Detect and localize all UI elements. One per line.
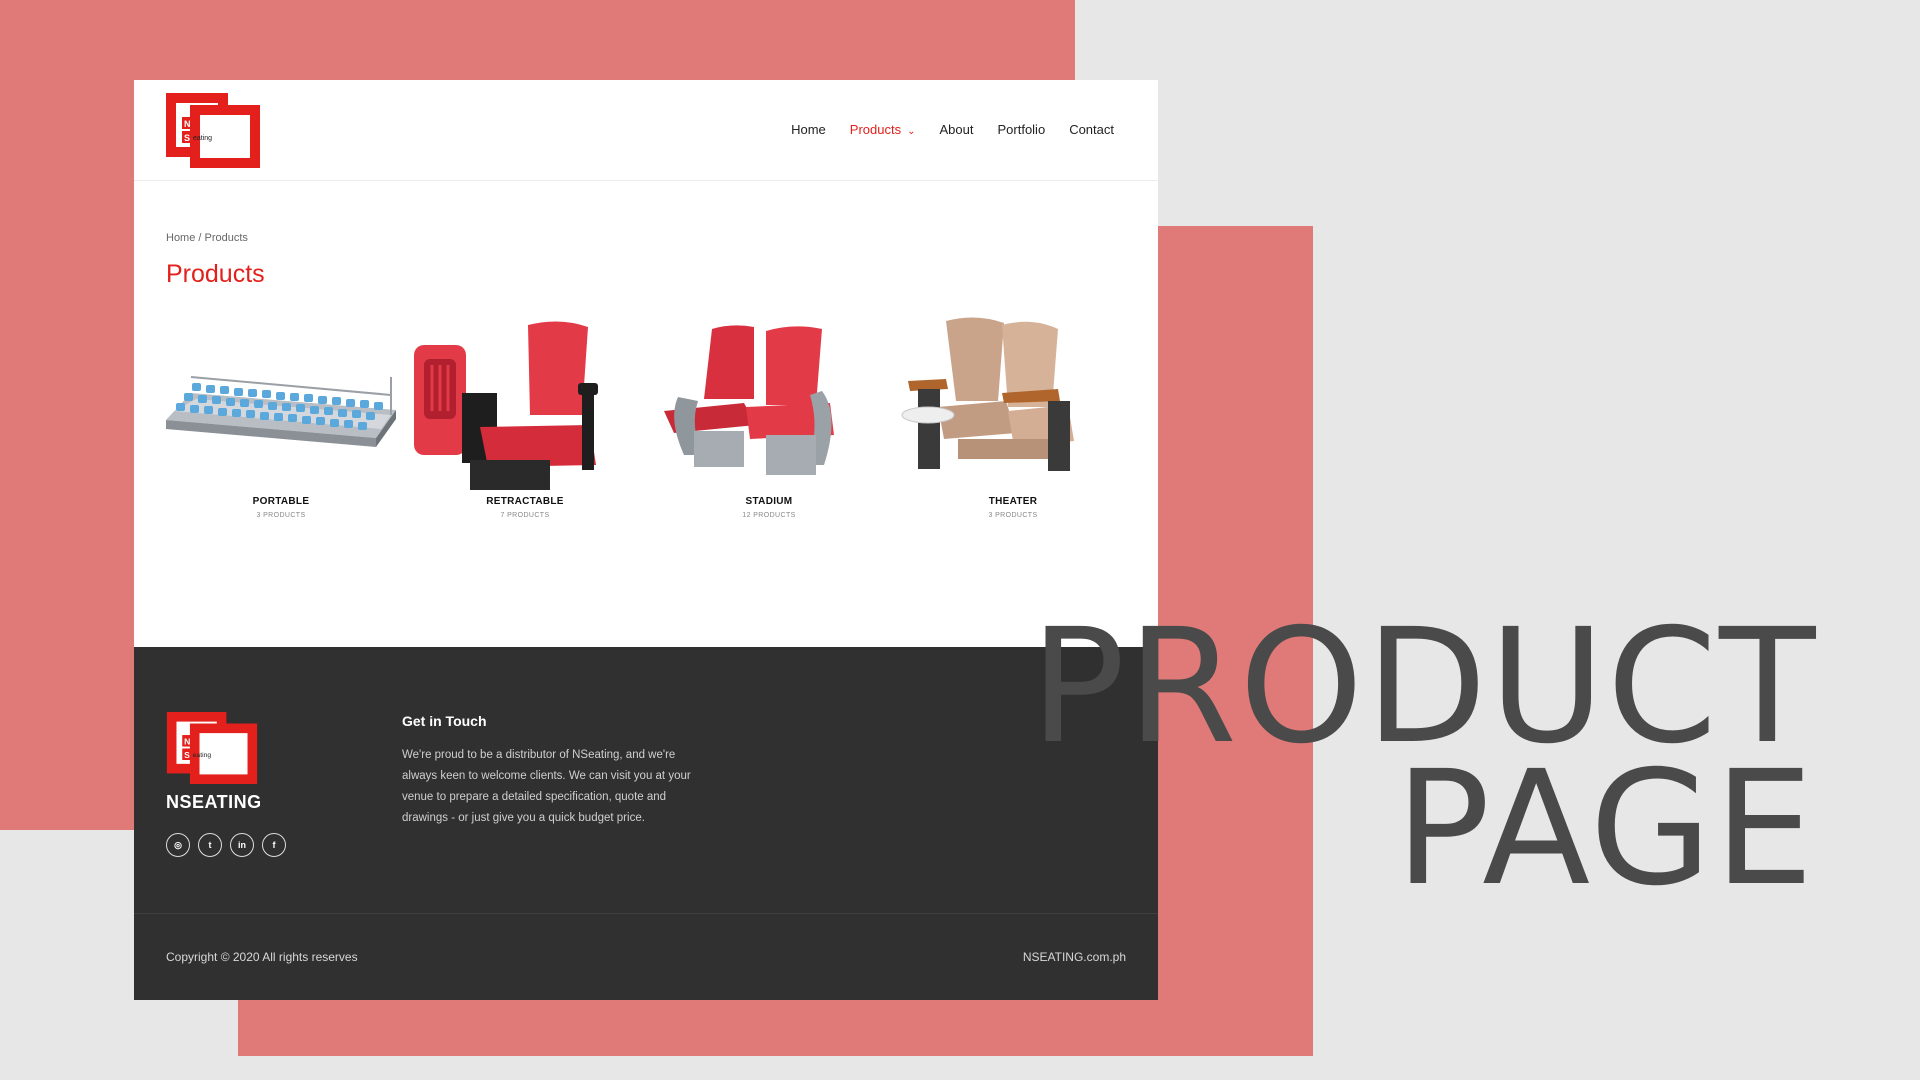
main-nav: Home Products ⌄ About Portfolio Contact [791, 122, 1114, 137]
site-link[interactable]: NSEATING.com.ph [1023, 950, 1126, 964]
category-count: 12 PRODUCTS [742, 512, 796, 519]
category-name: RETRACTABLE [486, 496, 564, 507]
nav-portfolio[interactable]: Portfolio [997, 122, 1045, 137]
category-card-theater[interactable]: THEATER 3 PRODUCTS [898, 315, 1128, 535]
category-name: STADIUM [745, 496, 793, 507]
instagram-icon[interactable]: ◎ [166, 833, 190, 857]
category-count: 7 PRODUCTS [500, 512, 550, 519]
copyright-text: Copyright © 2020 All rights reserves [166, 950, 358, 964]
nav-products-label: Products [849, 122, 902, 137]
footer-divider [134, 913, 1158, 914]
site-footer: N S eating NSEATING ◎ t in f Get in Touc… [134, 647, 1158, 1000]
stadium-seating-image [664, 325, 834, 475]
logo-letter-s: S [184, 133, 190, 143]
linkedin-icon[interactable]: in [230, 833, 254, 857]
nav-about[interactable]: About [940, 122, 974, 137]
nav-products[interactable]: Products ⌄ [850, 122, 916, 137]
logo-letter-n: N [184, 119, 191, 129]
website-mockup: N S eating Home Products ⌄ About Portfoli… [134, 80, 1158, 1000]
headline-page: PAGE [1395, 737, 1816, 921]
category-card-retractable[interactable]: RETRACTABLE 7 PRODUCTS [410, 315, 640, 535]
chevron-down-icon: ⌄ [907, 126, 916, 137]
retractable-seating-image [414, 321, 598, 490]
logo-letter-n: N [184, 737, 190, 747]
category-card-stadium[interactable]: STADIUM 12 PRODUCTS [654, 315, 884, 535]
logo-word: eating [193, 752, 212, 759]
breadcrumb[interactable]: Home / Products [166, 232, 248, 244]
site-header: N S eating Home Products ⌄ About Portfoli… [134, 80, 1158, 181]
category-grid: PORTABLE 3 PRODUCTS RETRACTABLE 7 PRODUC… [166, 315, 1126, 535]
nseating-logo[interactable]: N S eating [166, 93, 260, 168]
category-card-portable[interactable]: PORTABLE 3 PRODUCTS [166, 315, 396, 535]
nav-home[interactable]: Home [791, 122, 826, 137]
theater-seating-image [901, 317, 1074, 471]
category-count: 3 PRODUCTS [988, 512, 1038, 519]
social-links: ◎ t in f [166, 833, 286, 857]
facebook-icon[interactable]: f [262, 833, 286, 857]
get-in-touch-title: Get in Touch [402, 713, 487, 729]
nav-contact[interactable]: Contact [1069, 122, 1114, 137]
logo-letter-s: S [184, 750, 190, 760]
category-name: PORTABLE [252, 496, 310, 507]
category-name: THEATER [988, 496, 1038, 507]
logo-word: eating [193, 135, 212, 142]
page-title: Products [166, 260, 265, 288]
footer-brand-name: NSEATING [166, 792, 262, 812]
portable-seating-image [166, 376, 396, 447]
get-in-touch-text: We're proud to be a distributor of NSeat… [402, 749, 691, 824]
footer-logo[interactable]: N S eating [166, 712, 258, 784]
category-count: 3 PRODUCTS [256, 512, 306, 519]
twitter-icon[interactable]: t [198, 833, 222, 857]
